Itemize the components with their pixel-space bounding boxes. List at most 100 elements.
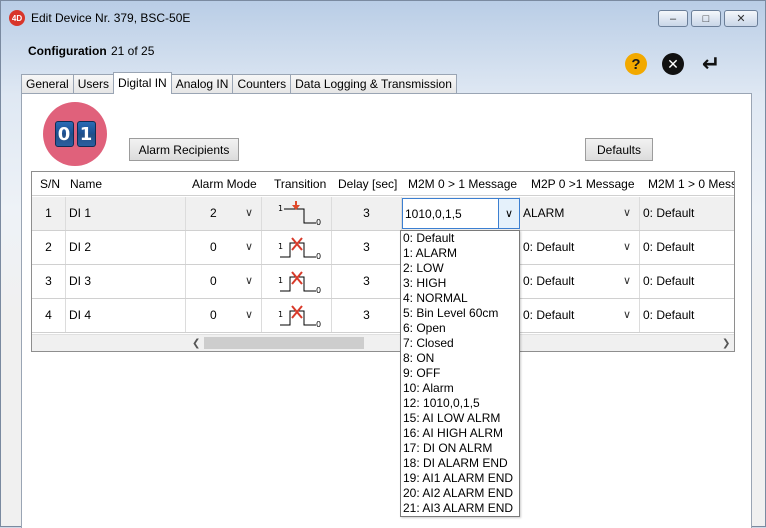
m2m-1-0-cell[interactable]: 0: Default	[640, 299, 734, 332]
minimize-button[interactable]: –	[658, 10, 688, 27]
tab-users[interactable]: Users	[72, 74, 115, 94]
dropdown-option[interactable]: 12: 1010,0,1,5	[401, 396, 519, 411]
m2p-0-1-value: 0: Default	[523, 308, 575, 322]
column-header-name[interactable]: Name	[70, 172, 102, 196]
chevron-down-icon: ∨	[244, 309, 253, 321]
dropdown-option[interactable]: 9: OFF	[401, 366, 519, 381]
alarm-mode-value: 0	[210, 308, 217, 322]
dropdown-option[interactable]: 10: Alarm	[401, 381, 519, 396]
column-header-m2p-0-1[interactable]: M2P 0 >1 Message	[531, 172, 635, 196]
table-header: S/N Name Alarm Mode Transition Delay [se…	[32, 172, 734, 196]
dropdown-option[interactable]: 4: NORMAL	[401, 291, 519, 306]
configuration-count: 21 of 25	[111, 44, 155, 58]
badge-digit-1: 1	[76, 121, 96, 147]
alarm-mode-select[interactable]: 0 ∨	[186, 265, 262, 298]
scroll-right-icon[interactable]: ❯	[722, 335, 730, 351]
dropdown-option[interactable]: 15: AI LOW ALRM	[401, 411, 519, 426]
m2p-0-1-select[interactable]: ALARM ∨	[520, 197, 640, 230]
sn-cell: 2	[32, 231, 66, 264]
maximize-button[interactable]: □	[691, 10, 721, 27]
transition-enabled-icon: 1 0	[278, 201, 321, 227]
m2p-0-1-select[interactable]: 0: Default ∨	[520, 265, 640, 298]
table-row[interactable]: 4 DI 4 0 ∨ 1 0 3 0: Default ∨ 0: Default	[32, 299, 734, 333]
column-header-delay[interactable]: Delay [sec]	[338, 172, 397, 196]
dropdown-option[interactable]: 21: AI3 ALARM END	[401, 501, 519, 516]
m2p-0-1-select[interactable]: 0: Default ∨	[520, 231, 640, 264]
svg-text:1: 1	[278, 276, 283, 285]
scrollbar-thumb[interactable]	[204, 337, 364, 349]
name-cell[interactable]: DI 4	[66, 299, 186, 332]
svg-text:0: 0	[316, 252, 321, 261]
close-icon: ✕	[736, 13, 746, 25]
delay-cell[interactable]: 3	[332, 231, 402, 264]
name-cell[interactable]: DI 2	[66, 231, 186, 264]
tab-general[interactable]: General	[21, 74, 74, 94]
column-header-m2m-1-0[interactable]: M2M 1 > 0 Mess	[648, 172, 734, 196]
tab-data-logging[interactable]: Data Logging & Transmission	[290, 74, 457, 94]
dropdown-option[interactable]: 17: DI ON ALRM	[401, 441, 519, 456]
sn-cell: 3	[32, 265, 66, 298]
delay-cell[interactable]: 3	[332, 197, 402, 230]
dropdown-option[interactable]: 5: Bin Level 60cm	[401, 306, 519, 321]
tab-analog-in[interactable]: Analog IN	[170, 74, 234, 94]
dropdown-option[interactable]: 20: AI2 ALARM END	[401, 486, 519, 501]
dropdown-option[interactable]: 19: AI1 ALARM END	[401, 471, 519, 486]
tab-counters[interactable]: Counters	[232, 74, 292, 94]
title-bar[interactable]: 4D Edit Device Nr. 379, BSC-50E – □ ✕	[1, 1, 765, 31]
name-cell[interactable]: DI 1	[66, 197, 186, 230]
transition-cell[interactable]: 1 0	[262, 231, 332, 264]
dropdown-option[interactable]: 0: Default	[401, 231, 519, 246]
window-title: Edit Device Nr. 379, BSC-50E	[31, 11, 191, 25]
name-cell[interactable]: DI 3	[66, 265, 186, 298]
dropdown-option[interactable]: 8: ON	[401, 351, 519, 366]
m2p-0-1-select[interactable]: 0: Default ∨	[520, 299, 640, 332]
column-header-m2m-0-1[interactable]: M2M 0 > 1 Message	[408, 172, 517, 196]
close-button[interactable]: ✕	[724, 10, 758, 27]
table-row[interactable]: 2 DI 2 0 ∨ 1 0 3 0: Default ∨ 0: Default	[32, 231, 734, 265]
horizontal-scrollbar[interactable]: ❮ ❯	[32, 334, 734, 351]
delay-cell[interactable]: 3	[332, 299, 402, 332]
transition-cell[interactable]: 1 0	[262, 197, 332, 230]
svg-text:0: 0	[316, 218, 321, 227]
svg-text:1: 1	[278, 310, 283, 319]
help-icon[interactable]: ?	[625, 53, 647, 75]
digital-inputs-table: S/N Name Alarm Mode Transition Delay [se…	[31, 171, 735, 352]
dropdown-option[interactable]: 1: ALARM	[401, 246, 519, 261]
alarm-recipients-button[interactable]: Alarm Recipients	[129, 138, 239, 161]
cancel-icon[interactable]: ✕	[662, 53, 684, 75]
dropdown-option[interactable]: 16: AI HIGH ALRM	[401, 426, 519, 441]
column-header-sn[interactable]: S/N	[40, 172, 60, 196]
defaults-button[interactable]: Defaults	[585, 138, 653, 161]
svg-text:1: 1	[278, 204, 283, 213]
transition-cell[interactable]: 1 0	[262, 265, 332, 298]
alarm-mode-value: 2	[210, 206, 217, 220]
dropdown-option[interactable]: 2: LOW	[401, 261, 519, 276]
dropdown-option[interactable]: 7: Closed	[401, 336, 519, 351]
m2m-1-0-cell[interactable]: 0: Default	[640, 197, 734, 230]
enter-icon[interactable]: ↵	[699, 51, 723, 76]
table-row[interactable]: 3 DI 3 0 ∨ 1 0 3 0: Default ∨ 0: Default	[32, 265, 734, 299]
delay-cell[interactable]: 3	[332, 265, 402, 298]
m2m-0-1-combo-active[interactable]: 1010,0,1,5 ∨	[402, 198, 520, 229]
chevron-down-icon[interactable]: ∨	[498, 199, 519, 228]
svg-text:0: 0	[316, 320, 321, 329]
m2m-1-0-cell[interactable]: 0: Default	[640, 231, 734, 264]
transition-disabled-icon: 1 0	[278, 237, 321, 261]
dropdown-option[interactable]: 18: DI ALARM END	[401, 456, 519, 471]
dropdown-option[interactable]: 6: Open	[401, 321, 519, 336]
app-logo-icon: 4D	[9, 10, 25, 26]
alarm-mode-select[interactable]: 0 ∨	[186, 231, 262, 264]
sn-cell: 4	[32, 299, 66, 332]
dropdown-option[interactable]: 3: HIGH	[401, 276, 519, 291]
column-header-transition[interactable]: Transition	[274, 172, 326, 196]
table-row[interactable]: 1 DI 1 2 ∨ 1 0 3 ALARM ∨ 0: Default	[32, 197, 734, 231]
m2m-1-0-cell[interactable]: 0: Default	[640, 265, 734, 298]
tab-bar: General Users Digital IN Analog IN Count…	[21, 72, 457, 94]
alarm-mode-select[interactable]: 2 ∨	[186, 197, 262, 230]
column-header-alarm-mode[interactable]: Alarm Mode	[192, 172, 257, 196]
scroll-left-icon[interactable]: ❮	[192, 335, 200, 351]
transition-cell[interactable]: 1 0	[262, 299, 332, 332]
tab-digital-in[interactable]: Digital IN	[113, 72, 172, 94]
sn-cell: 1	[32, 197, 66, 230]
alarm-mode-select[interactable]: 0 ∨	[186, 299, 262, 332]
